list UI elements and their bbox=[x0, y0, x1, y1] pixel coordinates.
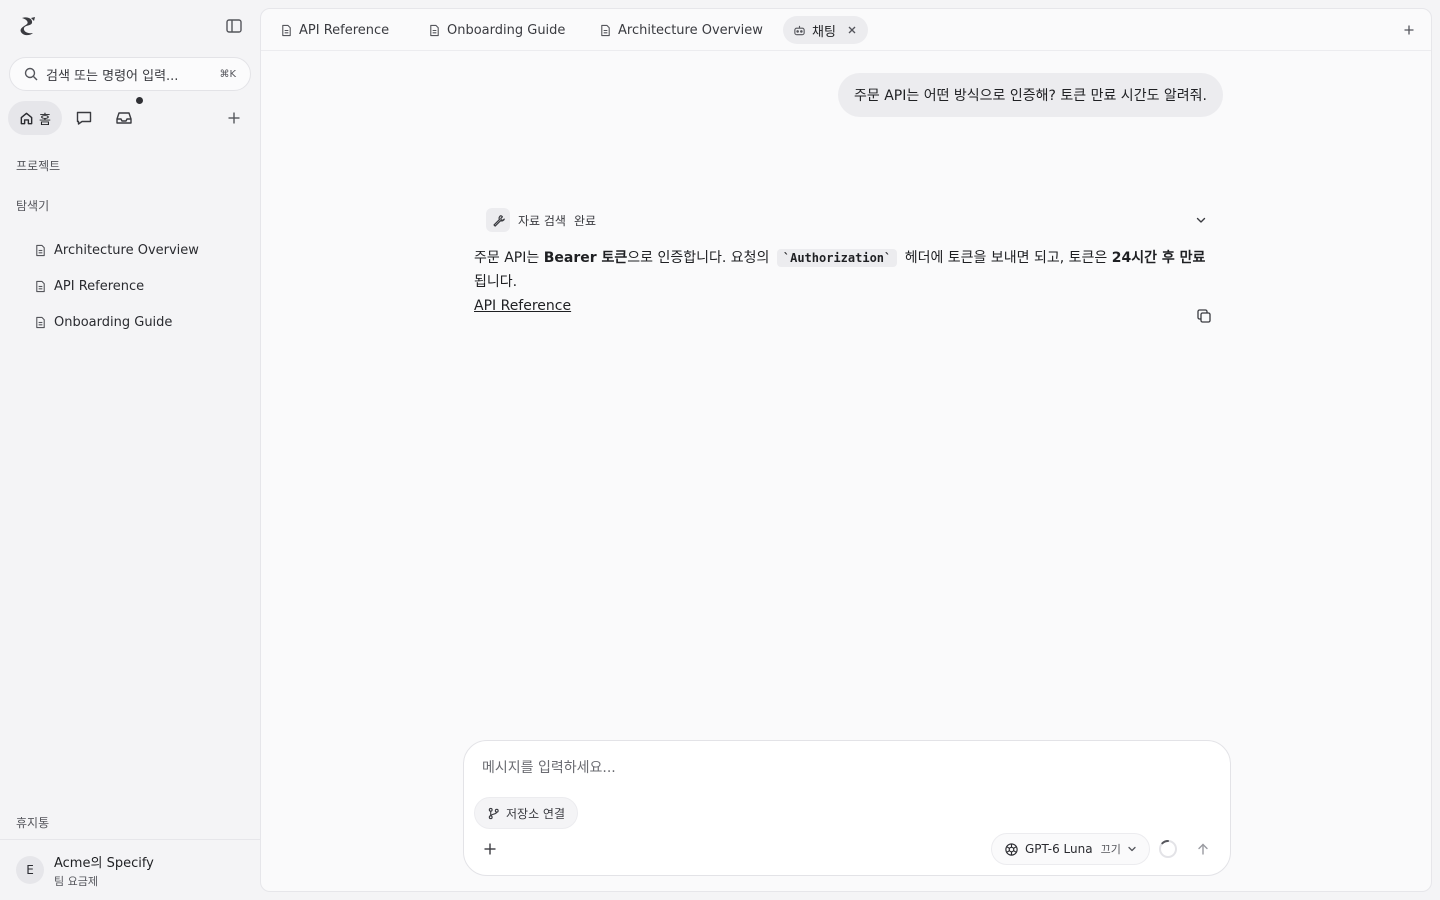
tab-onboarding-guide[interactable]: Onboarding Guide bbox=[418, 16, 575, 44]
tab-label: 채팅 bbox=[812, 24, 836, 40]
inbox-unread-dot bbox=[136, 97, 143, 104]
sidebar-nav: 홈 bbox=[8, 97, 252, 135]
account-info: Acme의 Specify 팀 요금제 bbox=[54, 852, 154, 889]
explorer-item-api-reference[interactable]: API Reference bbox=[34, 268, 254, 304]
chevron-down-icon bbox=[1127, 844, 1137, 854]
workspace-plan: 팀 요금제 bbox=[54, 874, 98, 888]
explorer-item-onboarding-guide[interactable]: Onboarding Guide bbox=[34, 304, 254, 340]
answer-text: 됩니다. bbox=[474, 274, 518, 290]
search-shortcut: ⌘K bbox=[219, 68, 236, 80]
explorer-item-label: API Reference bbox=[54, 278, 145, 294]
tool-call-name: 자료 검색 bbox=[518, 213, 566, 228]
section-projects-label[interactable]: 프로젝트 bbox=[16, 157, 60, 174]
tool-call-row[interactable]: 자료 검색 완료 bbox=[486, 208, 1208, 232]
connect-repo-label: 저장소 연결 bbox=[506, 806, 566, 821]
attach-plus-icon[interactable] bbox=[482, 841, 498, 857]
avatar: E bbox=[16, 856, 44, 884]
source-link-api-reference[interactable]: API Reference bbox=[474, 298, 571, 314]
loading-spinner-icon bbox=[1158, 839, 1178, 859]
answer-bold-text: Bearer 토큰 bbox=[543, 250, 628, 266]
new-tab-plus-icon[interactable] bbox=[1401, 22, 1417, 38]
account-switcher[interactable]: E Acme의 Specify 팀 요금제 bbox=[16, 852, 154, 888]
tab-api-reference[interactable]: API Reference bbox=[270, 16, 399, 44]
connect-repo-button[interactable]: 저장소 연결 bbox=[474, 797, 579, 829]
nav-home-button[interactable]: 홈 bbox=[8, 101, 62, 135]
document-icon bbox=[428, 24, 441, 37]
document-icon bbox=[34, 280, 47, 293]
workspace-name: Acme의 Specify bbox=[54, 855, 154, 871]
tab-bar: API Reference Onboarding Guide Architect… bbox=[261, 9, 1431, 51]
tab-label: API Reference bbox=[299, 22, 390, 38]
explorer-item-architecture-overview[interactable]: Architecture Overview bbox=[34, 232, 254, 268]
tab-label: Onboarding Guide bbox=[447, 22, 566, 38]
inline-code: `Authorization` bbox=[776, 249, 898, 267]
document-icon bbox=[280, 24, 293, 37]
wrench-icon bbox=[486, 208, 510, 232]
user-message-bubble: 주문 API는 어떤 방식으로 인증해? 토큰 만료 시간도 알려줘. bbox=[838, 73, 1223, 117]
assistant-message: 주문 API는 Bearer 토큰으로 인증합니다. 요청의 `Authoriz… bbox=[474, 246, 1214, 318]
inbox-icon[interactable] bbox=[114, 108, 134, 128]
home-icon bbox=[19, 111, 34, 126]
copy-icon[interactable] bbox=[1196, 308, 1212, 324]
document-icon bbox=[34, 244, 47, 257]
tab-chat[interactable]: 채팅 bbox=[783, 16, 868, 44]
send-arrow-icon[interactable] bbox=[1195, 841, 1211, 857]
tab-architecture-overview[interactable]: Architecture Overview bbox=[589, 16, 773, 44]
model-selector[interactable]: GPT-6 Luna 끄기 bbox=[991, 833, 1150, 865]
search-bar[interactable]: 검색 또는 명령어 입력... ⌘K bbox=[9, 57, 251, 91]
section-explorer-label[interactable]: 탐색기 bbox=[16, 197, 49, 214]
sidebar: 검색 또는 명령어 입력... ⌘K 홈 프로젝트 탐색기 Architectu… bbox=[0, 0, 260, 900]
explorer-tree: Architecture Overview API Reference Onbo… bbox=[34, 232, 254, 340]
search-icon bbox=[24, 67, 38, 81]
sidebar-divider bbox=[0, 839, 260, 840]
document-icon bbox=[34, 316, 47, 329]
bot-icon bbox=[793, 24, 806, 37]
tab-label: Architecture Overview bbox=[618, 22, 763, 38]
message-composer: 저장소 연결 GPT-6 Luna 끄기 bbox=[463, 740, 1231, 876]
model-name: GPT-6 Luna bbox=[1025, 842, 1093, 856]
section-trash-label[interactable]: 휴지통 bbox=[16, 814, 49, 831]
openai-logo-icon bbox=[1004, 842, 1019, 857]
message-input[interactable] bbox=[482, 757, 1202, 783]
sidebar-toggle-icon[interactable] bbox=[224, 16, 244, 36]
answer-text: 헤더에 토큰을 보내면 되고, 토큰은 bbox=[900, 250, 1112, 266]
answer-bold-text: 24시간 후 만료 bbox=[1111, 250, 1206, 266]
chevron-down-icon[interactable] bbox=[1194, 213, 1208, 227]
document-icon bbox=[599, 24, 612, 37]
close-tab-icon[interactable] bbox=[846, 24, 858, 36]
answer-text: 으로 인증합니다. 요청의 bbox=[627, 250, 774, 266]
search-placeholder: 검색 또는 명령어 입력... bbox=[46, 68, 179, 84]
chat-bubble-icon[interactable] bbox=[74, 108, 94, 128]
explorer-item-label: Architecture Overview bbox=[54, 242, 199, 258]
app-logo-icon[interactable] bbox=[16, 14, 40, 38]
answer-text: 주문 API는 bbox=[474, 250, 544, 266]
model-reasoning-mode: 끄기 bbox=[1100, 843, 1121, 856]
explorer-item-label: Onboarding Guide bbox=[54, 314, 173, 330]
nav-home-label: 홈 bbox=[39, 112, 51, 128]
main-panel: API Reference Onboarding Guide Architect… bbox=[260, 8, 1432, 892]
add-icon[interactable] bbox=[224, 108, 244, 128]
tool-call-status: 완료 bbox=[573, 213, 597, 228]
git-branch-icon bbox=[487, 807, 500, 820]
